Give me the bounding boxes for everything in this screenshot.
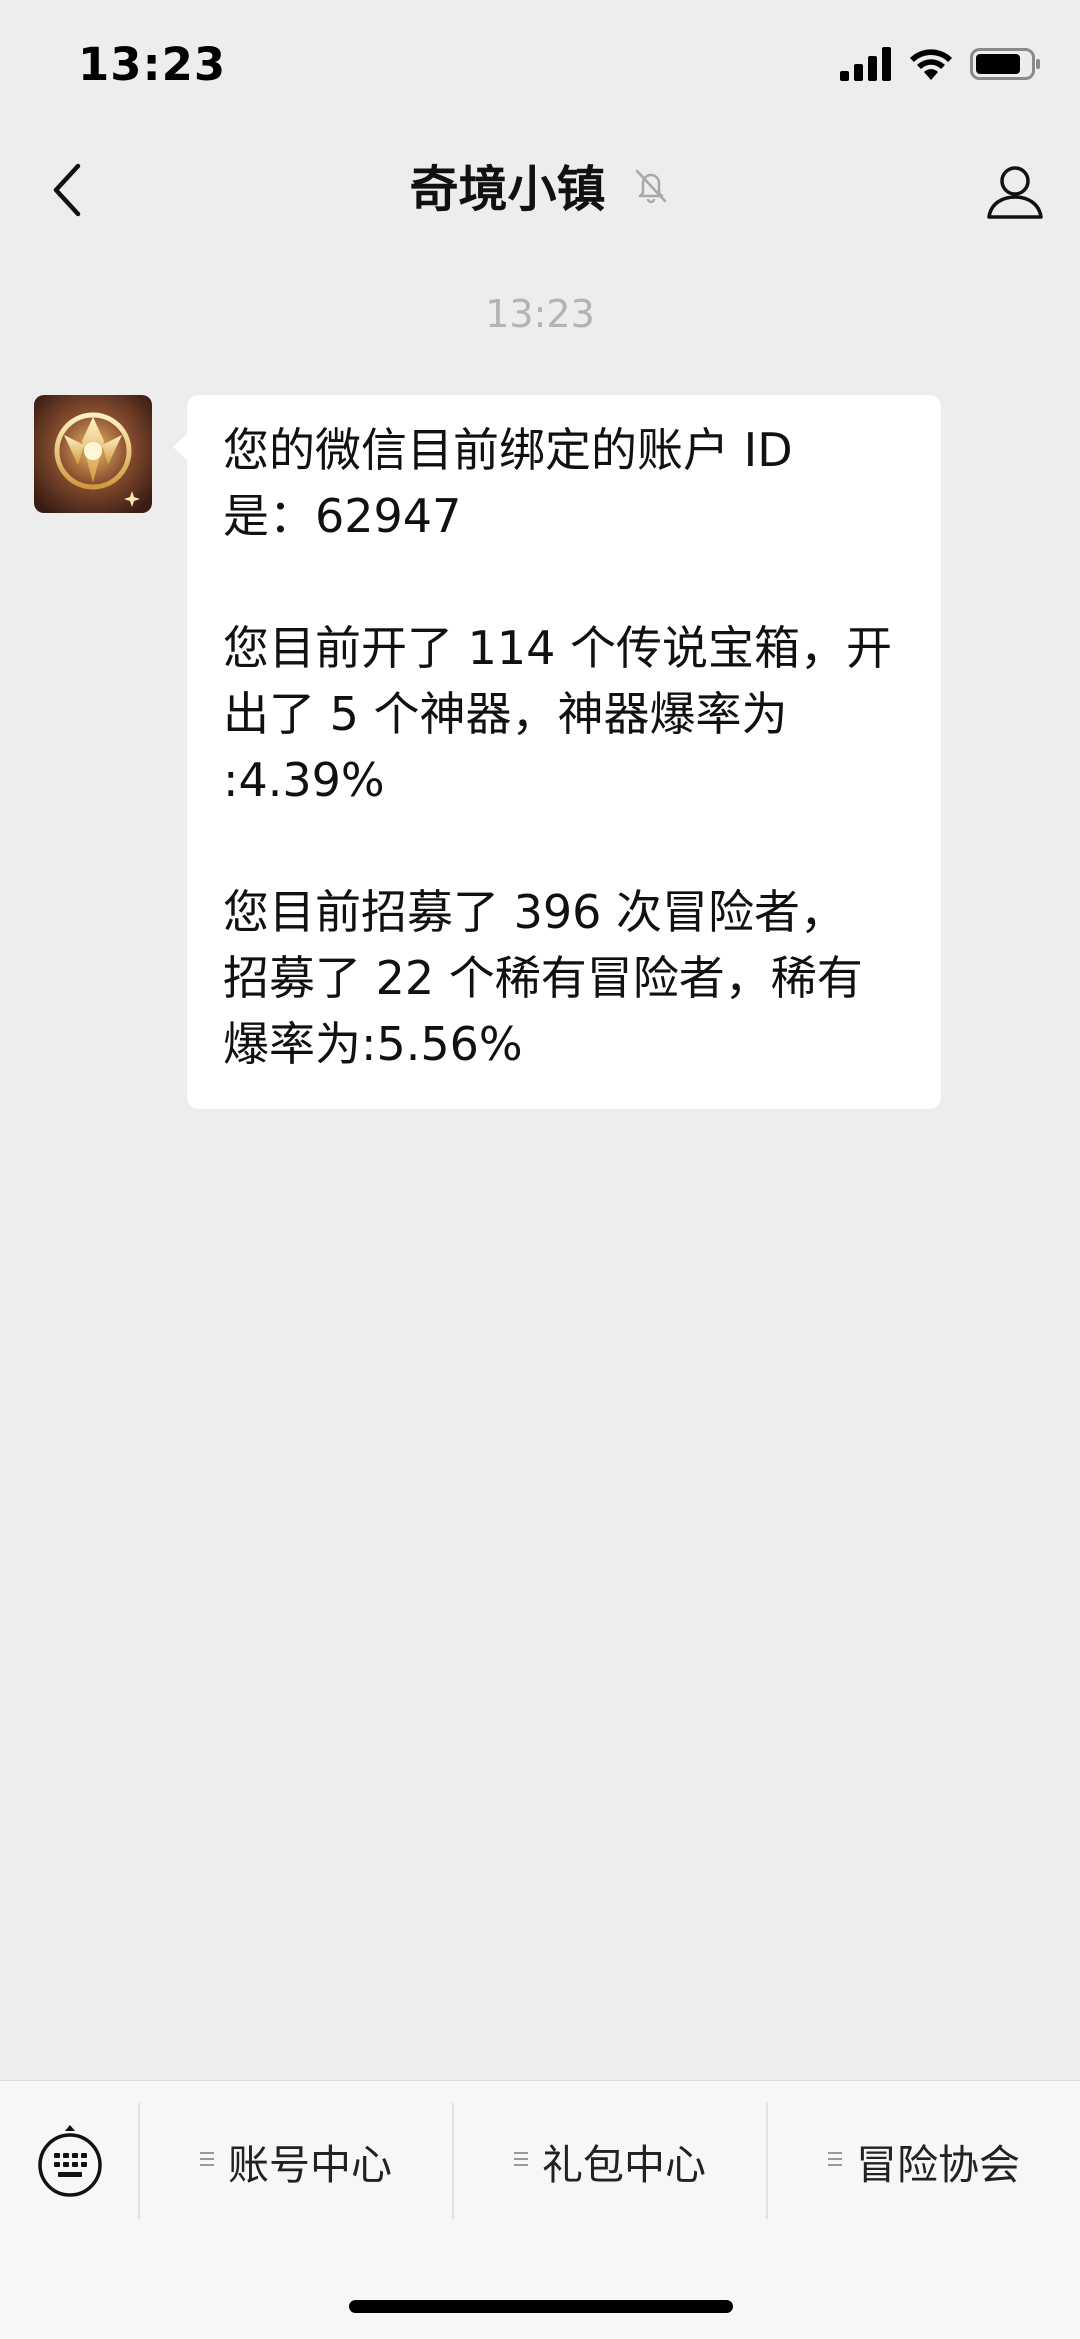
menu-item-adventure-guild[interactable]: 冒险协会 bbox=[768, 2103, 1080, 2219]
menu-lines-icon bbox=[200, 2150, 214, 2172]
message-paragraph-recruit: 您目前招募了 396 次冒险者， 招募了 22 个稀有冒险者，稀有 爆率为:5.… bbox=[223, 885, 863, 1071]
keyboard-toggle-button[interactable] bbox=[36, 2123, 104, 2199]
menu-item-gift-center[interactable]: 礼包中心 bbox=[454, 2103, 766, 2219]
menu-label: 礼包中心 bbox=[542, 2141, 706, 2189]
battery-icon bbox=[970, 47, 1042, 85]
signal-icon bbox=[840, 47, 892, 85]
avatar[interactable] bbox=[34, 395, 152, 513]
menu-label: 账号中心 bbox=[228, 2141, 392, 2189]
message-timestamp: 13:23 bbox=[485, 292, 595, 336]
menu-item-account-center[interactable]: 账号中心 bbox=[140, 2103, 452, 2219]
home-indicator[interactable] bbox=[349, 2300, 733, 2313]
profile-button[interactable] bbox=[980, 156, 1050, 226]
keyboard-icon bbox=[38, 2125, 102, 2197]
status-bar: 13:23 bbox=[0, 0, 1080, 130]
chat-screen: 13:23 奇境小镇 13:23 您的微信目前绑定的账户 ID 是：62947 … bbox=[0, 0, 1080, 2339]
status-icons bbox=[840, 46, 1042, 86]
page-title: 奇境小镇 bbox=[409, 161, 606, 218]
message-paragraph-account: 您的微信目前绑定的账户 ID 是：62947 bbox=[223, 423, 793, 543]
golden-emblem-avatar bbox=[34, 395, 152, 513]
profile-icon bbox=[987, 166, 1043, 219]
mute-bell-icon bbox=[631, 157, 671, 221]
wifi-icon bbox=[908, 47, 954, 85]
menu-lines-icon bbox=[514, 2150, 528, 2172]
nav-title-wrap: 奇境小镇 bbox=[0, 158, 1080, 222]
menu-lines-icon bbox=[828, 2150, 842, 2172]
nav-bar: 奇境小镇 bbox=[0, 140, 1080, 240]
menu-label: 冒险协会 bbox=[856, 2141, 1020, 2189]
status-time: 13:23 bbox=[78, 38, 227, 91]
message-bubble[interactable]: 您的微信目前绑定的账户 ID 是：62947 您目前开了 114 个传说宝箱，开… bbox=[173, 395, 941, 1109]
message-paragraph-chests: 您目前开了 114 个传说宝箱，开 出了 5 个神器，神器爆率为 :4.39% bbox=[223, 621, 893, 807]
